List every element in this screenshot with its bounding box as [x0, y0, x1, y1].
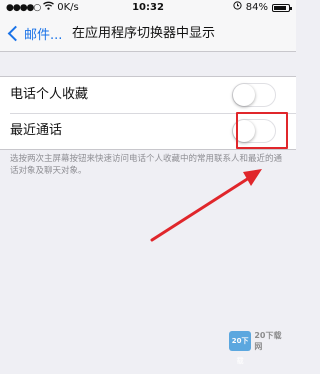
annotation-arrow — [150, 169, 262, 242]
watermark-text: 20下载网 — [254, 331, 282, 351]
watermark-badge: 20下载 — [229, 331, 252, 365]
watermark-logo: 20下载 20下载网 — [229, 328, 287, 365]
